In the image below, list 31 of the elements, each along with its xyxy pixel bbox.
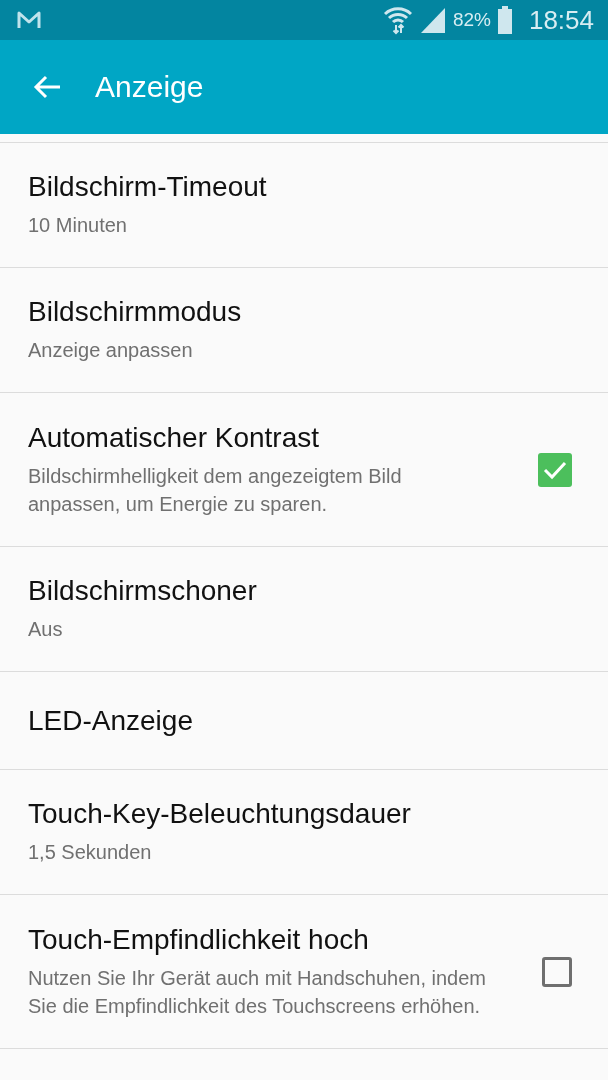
- setting-title: Automatischer Kontrast: [28, 421, 321, 454]
- settings-item[interactable]: Bildschirm-Timeout 10 Minuten: [0, 143, 608, 268]
- setting-title: Bildschirmschoner: [28, 575, 257, 607]
- setting-summary: Bildschirmhelligkeit dem angezeigtem Bild anpassen, um Energie zu sparen.: [28, 463, 403, 517]
- setting-summary: Anzeige anpassen: [28, 338, 194, 363]
- setting-title: Touch-Key-Beleuchtungsdauer: [28, 798, 411, 830]
- setting-title: Bildschirm-Timeout: [28, 171, 267, 203]
- settings-item[interactable]: LED-Anzeige: [0, 672, 608, 770]
- setting-summary: Nutzen Sie Ihr Gerät auch mit Handschuhen, indem Sie die Empfindlichkeit des Touchscreens erhöhen.: [28, 965, 488, 1019]
- settings-item[interactable]: Touch-Key-Beleuchtungsdauer 1,5 Sekunden: [0, 770, 608, 895]
- setting-summary: Aus: [28, 617, 64, 642]
- checkbox[interactable]: [538, 452, 572, 487]
- signal-icon: [418, 6, 447, 34]
- setting-summary: 10 Minuten: [28, 213, 128, 238]
- battery-icon: [496, 6, 513, 34]
- settings-item[interactable]: Touch-Empfindlichkeit hoch Nutzen Sie Ihr Gerät auch mit Handschuhen, indem Sie die Empfindlichkeit des Touchscreens erhöhen.: [0, 895, 608, 1049]
- screen-title: Anzeige: [95, 70, 204, 104]
- settings-item[interactable]: Bildschirmmodus Anzeige anpassen: [0, 268, 608, 393]
- setting-summary: 1,5 Sekunden: [28, 840, 153, 865]
- battery-percent: 82%: [452, 9, 491, 31]
- back-arrow-icon[interactable]: [33, 75, 61, 99]
- setting-title: LED-Anzeige: [28, 704, 193, 737]
- setting-title: Bildschirmmodus: [28, 296, 242, 328]
- checkbox[interactable]: [542, 956, 572, 987]
- wifi-icon: [382, 5, 413, 35]
- setting-title: Touch-Empfindlichkeit hoch: [28, 923, 370, 956]
- settings-item[interactable]: Bildschirmschoner Aus: [0, 547, 608, 672]
- clock: 18:54: [528, 4, 594, 36]
- checkmark-icon: [543, 459, 567, 480]
- settings-item[interactable]: Automatischer Kontrast Bildschirmhelligkeit dem angezeigtem Bild anpassen, um Energie zu sparen.: [0, 393, 608, 547]
- mail-icon: [16, 10, 42, 30]
